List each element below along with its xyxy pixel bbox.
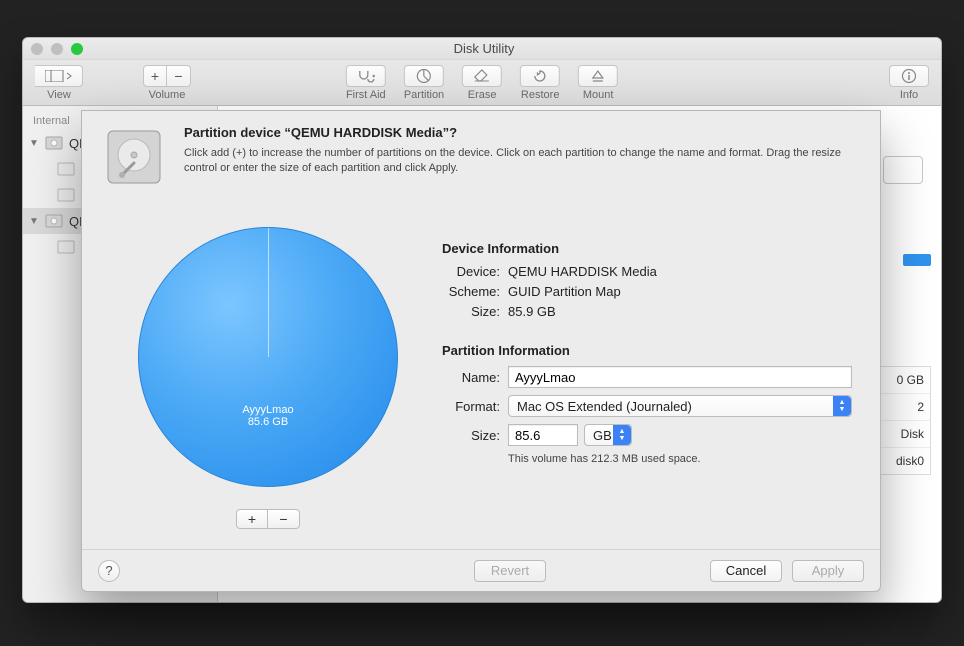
first-aid-label: First Aid <box>346 89 386 101</box>
device-label: Device: <box>442 264 500 279</box>
mount-label: Mount <box>583 89 614 101</box>
help-button[interactable]: ? <box>98 560 120 582</box>
toolbar: View + − Volume First Aid Partition <box>23 60 941 106</box>
disclosure-triangle-icon[interactable]: ▼ <box>29 216 39 227</box>
revert-button[interactable]: Revert <box>474 560 546 582</box>
partition-name-input[interactable] <box>508 366 852 388</box>
scheme-value: GUID Partition Map <box>508 284 621 299</box>
cancel-button[interactable]: Cancel <box>710 560 782 582</box>
toolbar-center: First Aid Partition Erase Restore <box>346 65 618 101</box>
sheet-header: Partition device “QEMU HARDDISK Media”? … <box>82 111 880 199</box>
info-icon <box>901 68 917 84</box>
window-title: Disk Utility <box>83 41 885 56</box>
mount-icon <box>591 69 605 83</box>
eraser-icon <box>473 69 491 83</box>
format-label: Format: <box>442 399 500 414</box>
usage-bar-fragment <box>903 254 931 266</box>
disclosure-triangle-icon[interactable]: ▼ <box>29 138 39 149</box>
info-button-behind[interactable] <box>883 156 923 184</box>
used-space-note: This volume has 212.3 MB used space. <box>508 453 852 465</box>
zoom-window-button[interactable] <box>71 43 83 55</box>
mount-button[interactable] <box>578 65 618 87</box>
volume-group: + − Volume <box>143 65 191 101</box>
volume-add-button[interactable]: + <box>143 65 167 87</box>
add-partition-button[interactable]: + <box>236 509 268 529</box>
scheme-label: Scheme: <box>442 284 500 299</box>
restore-button[interactable] <box>520 65 560 87</box>
size-unit-select[interactable]: GB ▲▼ <box>584 424 632 446</box>
titlebar: Disk Utility <box>23 38 941 60</box>
stethoscope-icon <box>357 69 375 83</box>
partition-sheet: Partition device “QEMU HARDDISK Media”? … <box>81 110 881 592</box>
partition-size-input[interactable] <box>508 424 578 446</box>
restore-icon <box>532 68 548 84</box>
internal-drive-icon <box>45 212 63 230</box>
info-button[interactable] <box>889 65 929 87</box>
volume-icon <box>57 238 75 256</box>
view-mode-button[interactable] <box>35 65 83 87</box>
sheet-title: Partition device “QEMU HARDDISK Media”? <box>184 125 860 140</box>
sheet-body: AyyyLmao 85.6 GB + − Device Information … <box>82 199 880 529</box>
sheet-description: Click add (+) to increase the number of … <box>184 146 860 176</box>
volume-icon <box>57 160 75 178</box>
view-label: View <box>47 89 71 101</box>
minimize-window-button[interactable] <box>51 43 63 55</box>
hard-drive-icon <box>102 125 166 189</box>
sheet-footer: ? Revert Cancel Apply <box>82 549 880 591</box>
device-value: QEMU HARDDISK Media <box>508 264 657 279</box>
pie-segment-size: 85.6 GB <box>248 416 288 428</box>
select-arrows-icon: ▲▼ <box>833 396 851 416</box>
first-aid-button[interactable] <box>346 65 386 87</box>
size-value: 85.9 GB <box>508 304 556 319</box>
restore-label: Restore <box>521 89 560 101</box>
partition-label: Partition <box>404 89 444 101</box>
internal-drive-icon <box>45 134 63 152</box>
size-unit-value: GB <box>593 428 612 443</box>
pie-segment-name: AyyyLmao <box>242 404 293 416</box>
select-arrows-icon: ▲▼ <box>613 425 631 445</box>
info-group: Info <box>889 65 929 101</box>
pie-chart-icon <box>416 68 432 84</box>
device-info-heading: Device Information <box>442 241 852 256</box>
partition-add-remove: + − <box>236 509 300 529</box>
erase-button[interactable] <box>462 65 502 87</box>
format-select[interactable]: Mac OS Extended (Journaled) ▲▼ <box>508 395 852 417</box>
traffic-lights <box>31 43 83 55</box>
info-column: Device Information Device: QEMU HARDDISK … <box>438 207 864 529</box>
name-label: Name: <box>442 370 500 385</box>
info-label: Info <box>900 89 918 101</box>
view-group: View <box>35 65 83 101</box>
partition-button[interactable] <box>404 65 444 87</box>
psize-label: Size: <box>442 428 500 443</box>
pie-column: AyyyLmao 85.6 GB + − <box>98 207 438 529</box>
apply-button[interactable]: Apply <box>792 560 864 582</box>
erase-label: Erase <box>468 89 497 101</box>
close-window-button[interactable] <box>31 43 43 55</box>
remove-partition-button[interactable]: − <box>268 509 300 529</box>
volume-label: Volume <box>149 89 186 101</box>
size-label: Size: <box>442 304 500 319</box>
sidebar-layout-icon <box>45 70 73 82</box>
partition-info-heading: Partition Information <box>442 343 852 358</box>
volume-remove-button[interactable]: − <box>167 65 191 87</box>
volume-icon <box>57 186 75 204</box>
partition-pie-chart[interactable]: AyyyLmao 85.6 GB <box>138 227 398 487</box>
format-select-value: Mac OS Extended (Journaled) <box>517 399 692 414</box>
